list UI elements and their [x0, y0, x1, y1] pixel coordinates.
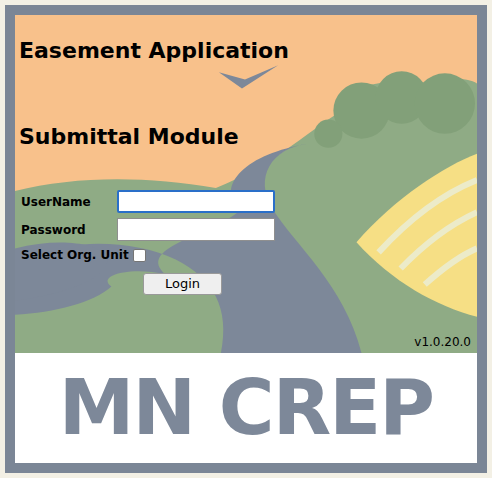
login-page: Easement Application Submittal Module User…: [0, 0, 492, 478]
login-form: UserName Password Select Org. Unit Login: [19, 190, 471, 295]
illustration-panel: Easement Application Submittal Module User…: [15, 15, 477, 353]
checkbox[interactable]: [133, 249, 146, 262]
checkbox-label: Select Org. Unit: [21, 246, 129, 264]
form-row: Password: [21, 218, 471, 241]
logo: MN CREP: [59, 370, 433, 446]
logo-band: MN CREP: [15, 353, 477, 463]
frame: Easement Application Submittal Module User…: [5, 5, 487, 473]
text-input[interactable]: [117, 190, 275, 213]
checkbox-row[interactable]: Select Org. Unit: [21, 246, 471, 264]
field-label: Password: [21, 221, 117, 239]
version-label: v1.0.20.0: [414, 333, 471, 351]
app-title: Easement Application: [19, 37, 471, 65]
login-button[interactable]: Login: [143, 273, 222, 295]
text-input[interactable]: [117, 218, 275, 241]
landscape-illustration-icon: [15, 15, 477, 353]
field-label: UserName: [21, 193, 117, 211]
app-subtitle: Submittal Module: [19, 123, 471, 151]
form-row: UserName: [21, 190, 471, 213]
